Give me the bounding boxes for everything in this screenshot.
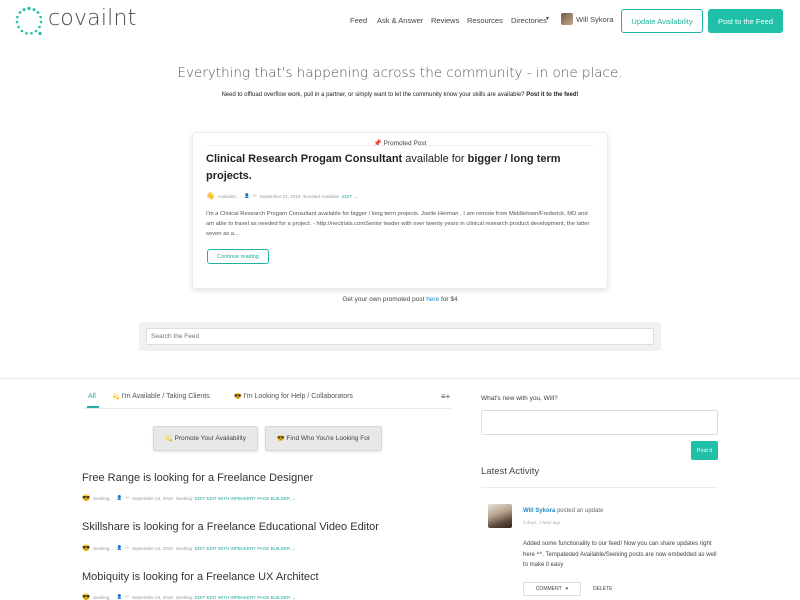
post-tag: Seeking [175,545,193,551]
post-title[interactable]: Mobiquity is looking for a Freelance UX … [82,571,319,583]
activity-user-link[interactable]: Will Sykora [523,508,555,514]
sunglasses-icon: 😎 [82,495,91,502]
post-tag: Seeking [175,495,193,501]
post-to-feed-button[interactable]: Post to the Feed [708,9,783,33]
user-icon: 👤 [244,193,250,198]
promoted-boosted: Boosted Available [303,193,340,199]
chevron-down-icon: ▾ [565,586,569,592]
brand-name[interactable]: covailnt [48,6,136,31]
whats-new-label: What's new with you, Will? [481,395,558,402]
post-it-button[interactable]: Post it [691,441,718,460]
promoted-meta: 👋 Available, 👤 ✉ September 21, 2018 Boos… [206,192,358,200]
sunglasses-icon: 😎 [234,394,242,400]
sunglasses-icon: 😎 [82,545,91,552]
promoted-connector: available for [402,153,468,165]
post-edit-link[interactable]: EDIT EDIT WITH WPBAKERY PAGE BUILDER → [195,496,296,501]
sunglasses-icon: 😎 [276,436,285,442]
promote-availability-label: Promote Your Availability [174,435,246,442]
post-meta: 😎 Seeking, 👤 ✉ September 24, 2018 Seekin… [82,494,296,502]
user-name: Will Sykora [576,14,614,24]
promoted-status: Available, [217,193,238,199]
user-icon: 👤 [116,495,123,500]
user-icon: 👤 [116,545,123,550]
post-meta: 😎 Seeking, 👤 ✉ September 24, 2018 Seekin… [82,593,296,600]
tab-looking-label: I'm Looking for Help / Collaborators [243,393,353,400]
get-promoted-post: Get your own promoted post here for $4 [0,296,800,303]
page-title: Everything that's happening across the c… [177,65,623,81]
user-icon: 👤 [116,594,123,599]
hero-subtitle: Need to offload overflow work, pull in a… [0,92,800,98]
promoted-divider [206,145,594,146]
get-own-suffix: for $4 [441,296,458,303]
calendar-icon: ✉ [125,594,129,599]
tab-available[interactable]: 💫 I'm Available / Taking Clients [112,393,210,400]
star-icon: 💫 [165,436,173,442]
delete-button[interactable]: DELETE [593,582,612,596]
tab-looking[interactable]: 😎 I'm Looking for Help / Collaborators [234,393,353,400]
post-status: Seeking, [93,594,111,600]
hero-subtitle-bold: Post it to the feed! [526,92,579,98]
post-edit-link[interactable]: EDIT EDIT WITH WPBAKERY PAGE BUILDER → [195,546,296,551]
post-title[interactable]: Free Range is looking for a Freelance De… [82,472,313,484]
tabs-divider [82,408,452,409]
search-input[interactable] [146,328,654,345]
promoted-date: September 21, 2018 [259,193,301,199]
get-own-link[interactable]: here [426,296,439,303]
activity-body: Added some functionality to our feed! No… [523,541,717,568]
activity-header: Will Sykora posted an update [523,508,603,514]
post-meta: 😎 Seeking, 👤 ✉ September 24, 2018 Seekin… [82,544,296,552]
nav-feed[interactable]: Feed [350,16,367,25]
activity-time[interactable]: 3 days, 1 hour ago [523,520,560,525]
promote-availability-button[interactable]: 💫 Promote Your Availability [153,426,258,451]
post-date: September 24, 2018 [132,594,173,600]
promoted-role: Clinical Research Progam Consultant [206,153,403,165]
find-collaborators-button[interactable]: 😎 Find Who You're Looking For [265,426,382,451]
post-status: Seeking, [93,545,111,551]
tab-all[interactable]: All [88,393,96,400]
post-status: Seeking, [93,495,111,501]
wave-hand-icon: 👋 [206,193,215,200]
promoted-body: I'm a Clinical Research Progam Consultan… [206,211,590,237]
calendar-icon: ✉ [125,545,129,550]
nav-directories[interactable]: Directories [511,16,547,25]
activity-divider [481,487,718,488]
filter-toggle-icon[interactable]: ≡+ [441,392,450,401]
activity-action: posted an update [556,508,604,514]
covailnt-logo-icon[interactable] [14,6,44,36]
post-date: September 24, 2018 [132,495,173,501]
calendar-icon: ✉ [125,495,129,500]
post-edit-link[interactable]: EDIT EDIT WITH WPBAKERY PAGE BUILDER → [195,595,296,600]
section-divider [0,378,800,379]
comment-button[interactable]: COMMENT ▾ [523,582,581,596]
post-title[interactable]: Skillshare is looking for a Freelance Ed… [82,521,379,533]
hero-subtitle-text: Need to offload overflow work, pull in a… [221,92,525,98]
post-tag: Seeking [175,594,193,600]
nav-reviews[interactable]: Reviews [431,16,459,25]
comment-label: COMMENT [535,586,562,592]
nav-resources[interactable]: Resources [467,16,503,25]
chevron-down-icon[interactable]: ▾ [546,15,549,22]
status-update-textarea[interactable] [481,410,718,435]
get-own-prefix: Get your own promoted post [342,296,425,303]
promoted-title[interactable]: Clinical Research Progam Consultant avai… [206,151,586,185]
find-collaborators-label: Find Who You're Looking For [286,435,371,442]
avatar[interactable] [488,504,512,528]
avatar [561,13,573,25]
post-date: September 24, 2018 [132,545,173,551]
calendar-icon: ✉ [252,193,257,198]
nav-ask-answer[interactable]: Ask & Answer [377,16,423,25]
user-menu[interactable]: Will Sykora [561,13,614,25]
promoted-edit-link[interactable]: EDIT → [342,194,358,199]
update-availability-button[interactable]: Update Availability [621,9,703,33]
latest-activity-heading: Latest Activity [481,466,540,477]
continue-reading-button[interactable]: Continue reading [207,249,269,264]
star-icon: 💫 [112,394,120,400]
sunglasses-icon: 😎 [82,594,91,600]
tab-available-label: I'm Available / Taking Clients [121,393,210,400]
